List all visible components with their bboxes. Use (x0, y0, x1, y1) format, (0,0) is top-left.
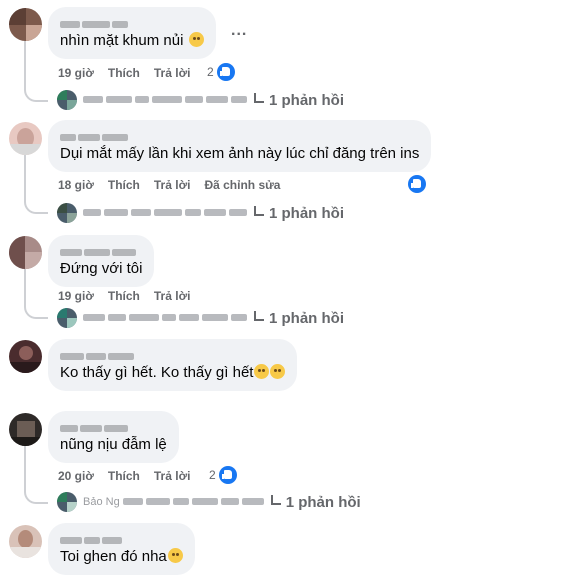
reaction-summary[interactable] (405, 175, 426, 193)
smiling-face-icon (167, 548, 183, 563)
reaction-summary[interactable]: 2 (209, 466, 237, 484)
comment-text: Đứng với tôi (60, 260, 143, 277)
avatar[interactable] (9, 122, 42, 155)
view-replies[interactable]: 1 phản hồi (57, 203, 344, 223)
reply-arrow-icon (270, 495, 281, 505)
comment-bubble: Dụi mắt mấy lần khi xem ảnh này lúc chỉ … (48, 120, 432, 172)
thread-line (24, 445, 26, 489)
thread-curve (24, 488, 48, 504)
reply-author-blurred: Bảo Ng (83, 493, 267, 511)
author-name-blurred[interactable] (60, 347, 285, 360)
reply-avatar (57, 308, 77, 328)
avatar[interactable] (9, 236, 42, 269)
thread-curve (24, 198, 48, 214)
author-name-blurred[interactable] (60, 15, 204, 28)
comment-actions: 20 giờ Thích Trả lời (58, 469, 204, 483)
thread-line (24, 40, 26, 88)
comment-text: nũng nịu đẫm lệ (60, 436, 167, 453)
comment-text: Ko thấy gì hết. Ko thấy gì hết (60, 363, 286, 382)
comment-bubble: Toi ghen đó nha (48, 523, 195, 575)
comment-time[interactable]: 19 giờ (58, 289, 94, 303)
view-replies[interactable]: Bảo Ng 1 phản hồi (57, 492, 361, 512)
author-name-blurred[interactable] (60, 531, 183, 544)
reply-author-blurred (83, 309, 250, 327)
crying-face-icon (270, 364, 286, 379)
reply-arrow-icon (254, 311, 264, 321)
comment-bubble: Đứng với tôi (48, 235, 155, 287)
author-name-blurred[interactable] (60, 128, 419, 141)
reply-count: 1 phản hồi (269, 309, 344, 327)
like-icon (408, 175, 426, 193)
reaction-summary[interactable]: 2 (207, 63, 235, 81)
comment-time[interactable]: 18 giờ (58, 178, 94, 192)
reply-author-blurred (83, 204, 250, 222)
like-button[interactable]: Thích (108, 289, 140, 303)
avatar[interactable] (9, 525, 42, 558)
avatar[interactable] (9, 8, 42, 41)
comment-text: Toi ghen đó nha (60, 547, 183, 566)
author-name-blurred[interactable] (60, 419, 167, 432)
avatar[interactable] (9, 413, 42, 446)
reply-author-preview: Bảo Ng (83, 495, 120, 508)
thread-curve (24, 86, 48, 102)
comment-bubble: nũng nịu đẫm lệ (48, 411, 179, 463)
comment-bubble: nhìn mặt khum nủi (48, 7, 216, 59)
like-button[interactable]: Thích (108, 66, 140, 80)
reply-avatar (57, 203, 77, 223)
reply-avatar (57, 90, 77, 110)
view-replies[interactable]: 1 phản hồi (57, 308, 344, 328)
reply-author-blurred (83, 91, 250, 109)
view-replies[interactable]: 1 phản hồi (57, 90, 344, 110)
reply-arrow-icon (254, 206, 264, 216)
avatar[interactable] (9, 340, 42, 373)
reply-count: 1 phản hồi (269, 91, 344, 109)
reply-arrow-icon (254, 93, 264, 103)
comment-time[interactable]: 20 giờ (58, 469, 94, 483)
like-icon (216, 63, 235, 81)
comment-bubble: Ko thấy gì hết. Ko thấy gì hết (48, 339, 298, 391)
reply-button[interactable]: Trả lời (154, 66, 191, 80)
reply-count: 1 phản hồi (285, 493, 361, 511)
comment-text: nhìn mặt khum nủi (60, 31, 204, 50)
reply-avatar (57, 492, 77, 512)
more-options-icon[interactable]: ... (231, 22, 247, 40)
like-icon (218, 466, 237, 484)
like-button[interactable]: Thích (108, 178, 140, 192)
comment-text: Dụi mắt mấy lần khi xem ảnh này lúc chỉ … (60, 145, 420, 162)
reply-count: 1 phản hồi (269, 204, 344, 222)
comment-actions: 18 giờ Thích Trả lời Đã chỉnh sửa (58, 178, 294, 192)
reaction-count: 2 (209, 468, 216, 482)
reaction-count: 2 (207, 65, 214, 79)
comment-time[interactable]: 19 giờ (58, 66, 94, 80)
comment-actions: 19 giờ Thích Trả lời (58, 66, 204, 80)
edited-label: Đã chỉnh sửa (204, 178, 281, 192)
reply-button[interactable]: Trả lời (154, 469, 191, 483)
author-name-blurred[interactable] (60, 243, 142, 256)
reply-button[interactable]: Trả lời (154, 289, 191, 303)
comment-actions: 19 giờ Thích Trả lời (58, 289, 204, 303)
like-button[interactable]: Thích (108, 469, 140, 483)
thread-line (24, 265, 26, 305)
reply-button[interactable]: Trả lời (154, 178, 191, 192)
crying-face-icon (254, 364, 270, 379)
pleading-face-icon (188, 32, 204, 47)
thread-curve (24, 303, 48, 319)
thread-line (24, 155, 26, 200)
